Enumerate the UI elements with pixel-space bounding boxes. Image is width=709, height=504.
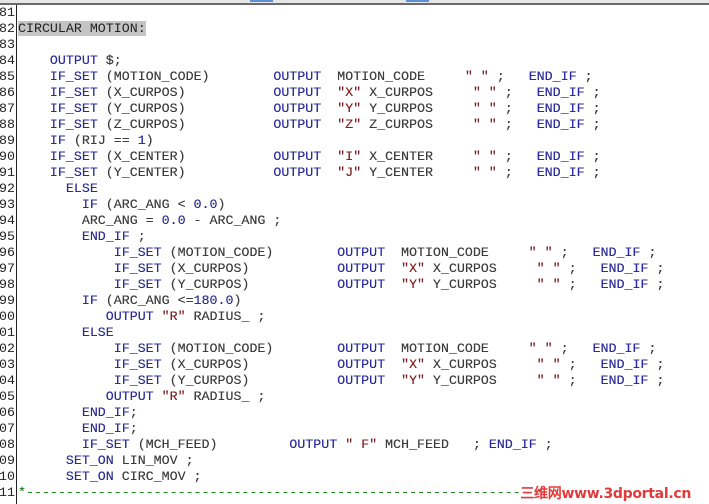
code-line[interactable]: 97 IF_SET (X_CURPOS) OUTPUT "X" X_CURPOS…	[0, 261, 709, 277]
line-number: 94	[0, 213, 15, 228]
line-code: OUTPUT "R" RADIUS_ ;	[18, 309, 266, 324]
line-number: 11	[0, 485, 15, 500]
line-code: OUTPUT $;	[18, 53, 122, 68]
line-number: 00	[0, 309, 15, 324]
line-code: OUTPUT "R" RADIUS_ ;	[18, 389, 266, 404]
line-code: END_IF;	[18, 421, 138, 436]
code-line[interactable]: 96 IF_SET (MOTION_CODE) OUTPUT MOTION_CO…	[0, 245, 709, 261]
line-code: END_IF ;	[18, 229, 146, 244]
line-number: 83	[0, 37, 15, 52]
line-number: 85	[0, 69, 15, 84]
line-number: 05	[0, 389, 15, 404]
gutter-divider	[16, 5, 17, 504]
code-line[interactable]: 89 IF (RIJ == 1) IF (RIJ == 1)	[0, 133, 709, 149]
line-code: IF_SET (Y_CENTER) OUTPUT "J" Y_CENTER " …	[18, 165, 601, 180]
code-line[interactable]: 90 IF_SET (X_CENTER) OUTPUT "I" X_CENTER…	[0, 149, 709, 165]
line-number: 06	[0, 405, 15, 420]
line-number: 96	[0, 245, 15, 260]
code-line[interactable]: 04 IF_SET (Y_CURPOS) OUTPUT "Y" Y_CURPOS…	[0, 373, 709, 389]
line-number: 84	[0, 53, 15, 68]
code-line[interactable]: 92 ELSE ELSE	[0, 181, 709, 197]
code-line[interactable]: 07 END_IF; END_IF;	[0, 421, 709, 437]
line-number: 93	[0, 197, 15, 212]
line-number: 10	[0, 469, 15, 484]
tab-indicator[interactable]	[250, 0, 273, 2]
code-line[interactable]: 00 OUTPUT "R" RADIUS_ ; OUTPUT "R" RADIU…	[0, 309, 709, 325]
code-line[interactable]: 05 OUTPUT "R" RADIUS_ ; OUTPUT "R" RADIU…	[0, 389, 709, 405]
line-number: 90	[0, 149, 15, 164]
line-number: 08	[0, 437, 15, 452]
line-code: ELSE	[18, 325, 114, 340]
line-number: 07	[0, 421, 15, 436]
line-code: IF_SET (Y_CURPOS) OUTPUT "Y" Y_CURPOS " …	[18, 277, 665, 292]
code-line[interactable]: 81	[0, 5, 709, 21]
line-number: 03	[0, 357, 15, 372]
code-line[interactable]: 93 IF (ARC_ANG < 0.0) IF (ARC_ANG < 0.0)	[0, 197, 709, 213]
line-code: IF_SET (MOTION_CODE) OUTPUT MOTION_CODE …	[18, 341, 657, 356]
line-code: ELSE	[18, 181, 98, 196]
line-number: 87	[0, 101, 15, 116]
line-code: IF (ARC_ANG <=180.0)	[18, 293, 242, 308]
line-number: 86	[0, 85, 15, 100]
line-code: END_IF;	[18, 405, 138, 420]
line-number: 01	[0, 325, 15, 340]
line-number: 04	[0, 373, 15, 388]
code-line[interactable]: 03 IF_SET (X_CURPOS) OUTPUT "X" X_CURPOS…	[0, 357, 709, 373]
line-code: SET_ON CIRC_MOV ;	[18, 469, 202, 484]
line-code: IF_SET (X_CENTER) OUTPUT "I" X_CENTER " …	[18, 149, 601, 164]
line-code: IF (RIJ == 1)	[18, 133, 154, 148]
line-code: IF_SET (Z_CURPOS) OUTPUT "Z" Z_CURPOS " …	[18, 117, 601, 132]
line-code: IF_SET (MCH_FEED) OUTPUT " F" MCH_FEED ;…	[18, 437, 553, 452]
code-line[interactable]: 84 OUTPUT $; OUTPUT $;	[0, 53, 709, 69]
code-line[interactable]: 99 IF (ARC_ANG <=180.0) IF (ARC_ANG <=18…	[0, 293, 709, 309]
line-number: 82	[0, 21, 15, 36]
line-number: 02	[0, 341, 15, 356]
line-number: 98	[0, 277, 15, 292]
code-line[interactable]: 87 IF_SET (Y_CURPOS) OUTPUT "Y" Y_CURPOS…	[0, 101, 709, 117]
line-code: CIRCULAR MOTION:	[18, 21, 146, 36]
line-code: IF_SET (MOTION_CODE) OUTPUT MOTION_CODE …	[18, 69, 593, 84]
code-line[interactable]: 02 IF_SET (MOTION_CODE) OUTPUT MOTION_CO…	[0, 341, 709, 357]
line-number: 95	[0, 229, 15, 244]
code-line[interactable]: 83	[0, 37, 709, 53]
line-code: IF (ARC_ANG < 0.0)	[18, 197, 226, 212]
tab-indicator[interactable]	[406, 0, 429, 2]
line-number: 91	[0, 165, 15, 180]
code-line[interactable]: 09 SET_ON LIN_MOV ; SET_ON LIN_MOV ;	[0, 453, 709, 469]
line-code: IF_SET (X_CURPOS) OUTPUT "X" X_CURPOS " …	[18, 261, 665, 276]
line-code: ARC_ANG = 0.0 - ARC_ANG ;	[18, 213, 282, 228]
line-number: 89	[0, 133, 15, 148]
line-code: IF_SET (X_CURPOS) OUTPUT "X" X_CURPOS " …	[18, 85, 601, 100]
line-code: IF_SET (Y_CURPOS) OUTPUT "Y" Y_CURPOS " …	[18, 373, 665, 388]
code-line[interactable]: 82 CIRCULAR MOTION: CIRCULAR MOTION:	[0, 21, 709, 37]
line-number: 88	[0, 117, 15, 132]
line-code: SET_ON LIN_MOV ;	[18, 453, 194, 468]
watermark-logo: 三维网www.3dportal.cn	[520, 483, 691, 503]
line-number: 97	[0, 261, 15, 276]
code-line[interactable]: 01 ELSE ELSE	[0, 325, 709, 341]
code-line[interactable]: 95 END_IF ; END_IF ;	[0, 229, 709, 245]
line-code: IF_SET (MOTION_CODE) OUTPUT MOTION_CODE …	[18, 245, 657, 260]
code-line[interactable]: 85 IF_SET (MOTION_CODE) OUTPUT MOTION_CO…	[0, 69, 709, 85]
code-line[interactable]: 98 IF_SET (Y_CURPOS) OUTPUT "Y" Y_CURPOS…	[0, 277, 709, 293]
code-line[interactable]: 06 END_IF; END_IF;	[0, 405, 709, 421]
line-number: 09	[0, 453, 15, 468]
line-code: IF_SET (Y_CURPOS) OUTPUT "Y" Y_CURPOS " …	[18, 101, 601, 116]
code-editor[interactable]: 81 82 CIRCULAR MOTION: CIRCULAR MOTION: 83 84…	[0, 5, 709, 504]
code-line[interactable]: 86 IF_SET (X_CURPOS) OUTPUT "X" X_CURPOS…	[0, 85, 709, 101]
code-line[interactable]: 91 IF_SET (Y_CENTER) OUTPUT "J" Y_CENTER…	[0, 165, 709, 181]
line-number: 81	[0, 5, 15, 20]
code-line[interactable]: 88 IF_SET (Z_CURPOS) OUTPUT "Z" Z_CURPOS…	[0, 117, 709, 133]
line-number: 92	[0, 181, 15, 196]
code-line[interactable]: 94 ARC_ANG = 0.0 - ARC_ANG ; ARC_ANG = 0…	[0, 213, 709, 229]
line-code: IF_SET (X_CURPOS) OUTPUT "X" X_CURPOS " …	[18, 357, 665, 372]
line-number: 99	[0, 293, 15, 308]
code-line[interactable]: 08 IF_SET (MCH_FEED) OUTPUT " F" MCH_FEE…	[0, 437, 709, 453]
